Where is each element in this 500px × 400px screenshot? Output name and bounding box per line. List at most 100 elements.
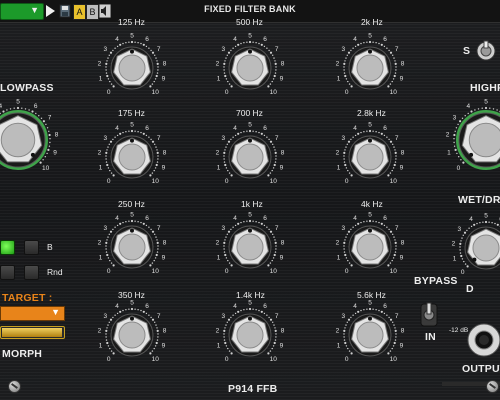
knob-700hz[interactable]: 012345678910 (216, 122, 285, 185)
scale-dot (224, 253, 227, 257)
knob-1khz[interactable]: 012345678910 (216, 212, 285, 275)
scale-dot (360, 221, 362, 224)
scale-number: 10 (270, 268, 278, 275)
band-label-5-6khz: 5.6k Hz (357, 290, 386, 300)
b-button[interactable] (24, 240, 39, 255)
scale-dot (227, 140, 231, 143)
scale-dot (112, 316, 114, 319)
scale-number: 8 (281, 149, 285, 156)
scale-dot (348, 350, 351, 352)
scale-number: 6 (263, 36, 267, 43)
scale-dot (0, 112, 1, 115)
scale-number: 5 (248, 300, 252, 307)
s-toggle-switch[interactable] (474, 38, 498, 64)
scale-dot (232, 136, 234, 138)
scale-dot (348, 172, 351, 174)
led-rnd-button[interactable] (0, 265, 15, 280)
knob-pointer (130, 228, 134, 233)
scale-dot (352, 136, 354, 138)
lowpass-knob[interactable]: 012345678910 (0, 99, 59, 173)
scale-dot (344, 163, 347, 167)
scale-number: 5 (368, 300, 372, 307)
scale-dot (372, 130, 374, 132)
scale-dot (105, 155, 107, 157)
scale-number: 3 (103, 46, 107, 53)
knob-2khz[interactable]: 012345678910 (336, 33, 405, 96)
scale-dot (275, 66, 277, 68)
scale-dot (156, 62, 159, 65)
scale-number: 1 (217, 165, 221, 172)
scale-dot (392, 143, 394, 145)
scale-dot (345, 146, 347, 148)
scale-dot (395, 155, 397, 157)
scale-dot (268, 138, 270, 141)
scale-dot (380, 310, 383, 313)
scale-number: 3 (103, 135, 107, 142)
led-b-button[interactable] (0, 240, 15, 255)
scale-dot (350, 352, 353, 355)
scale-dot (128, 220, 130, 222)
scale-dot (106, 239, 108, 241)
bypass-toggle-switch[interactable] (418, 300, 440, 330)
scale-dot (275, 333, 277, 335)
scale-dot (230, 138, 232, 141)
scale-dot (357, 222, 360, 225)
knob-500hz[interactable]: 012345678910 (216, 33, 285, 96)
scale-dot (116, 224, 119, 227)
scale-number: 9 (162, 255, 166, 262)
scale-dot (116, 134, 119, 137)
knob-4khz[interactable]: 012345678910 (336, 212, 405, 275)
scale-number: 9 (280, 165, 284, 172)
scale-number: 9 (162, 165, 166, 172)
knob-175hz[interactable]: 012345678910 (98, 122, 167, 185)
highpass-knob[interactable]: 012345678910 (446, 99, 500, 173)
scale-dot (375, 131, 377, 133)
scale-dot (387, 85, 390, 88)
scale-dot (350, 49, 352, 52)
scale-dot (343, 251, 346, 253)
target-dropdown[interactable]: ▼ (0, 306, 65, 321)
scale-dot (31, 110, 34, 113)
scale-dot (156, 60, 158, 62)
output-gain-knob[interactable] (466, 320, 500, 360)
scale-dot (252, 308, 254, 310)
scale-dot (252, 130, 254, 132)
scale-dot (272, 143, 274, 145)
knob-250hz[interactable]: 012345678910 (98, 212, 167, 275)
scale-dot (223, 251, 226, 253)
scale-dot (225, 324, 227, 326)
scale-dot (272, 345, 275, 347)
scale-dot (269, 140, 273, 143)
scale-dot (150, 49, 152, 52)
scale-dot (454, 130, 456, 132)
knob-125hz[interactable]: 012345678910 (98, 33, 167, 96)
scale-dot (140, 309, 142, 312)
wet-dry-knob[interactable]: 012345678910 (452, 213, 500, 276)
scale-dot (246, 220, 248, 222)
scale-dot (263, 312, 266, 315)
scale-dot (350, 174, 353, 177)
scale-dot (383, 312, 386, 315)
scale-dot (366, 130, 368, 132)
knob-2-8khz[interactable]: 012345678910 (336, 122, 405, 185)
scale-number: 0 (107, 178, 111, 185)
scale-number: 10 (152, 356, 160, 363)
scale-dot (343, 329, 346, 332)
scale-dot (391, 259, 393, 262)
scale-dot (273, 74, 276, 78)
scale-number: 2 (216, 60, 220, 67)
scale-dot (391, 347, 393, 350)
scale-dot (108, 321, 111, 323)
rnd-button[interactable] (24, 265, 39, 280)
morph-slider[interactable] (0, 326, 65, 339)
knob-350hz[interactable]: 012345678910 (98, 300, 167, 363)
band-label-700hz: 700 Hz (236, 108, 263, 118)
scale-number: 2 (216, 239, 220, 246)
knob-1-4khz[interactable]: 012345678910 (216, 300, 285, 363)
knob-5-6khz[interactable]: 012345678910 (336, 300, 405, 363)
scale-number: 2 (98, 149, 102, 156)
scale-dot (272, 167, 275, 169)
scale-dot (105, 158, 107, 160)
scale-dot (453, 141, 455, 144)
scale-number: 10 (152, 178, 160, 185)
